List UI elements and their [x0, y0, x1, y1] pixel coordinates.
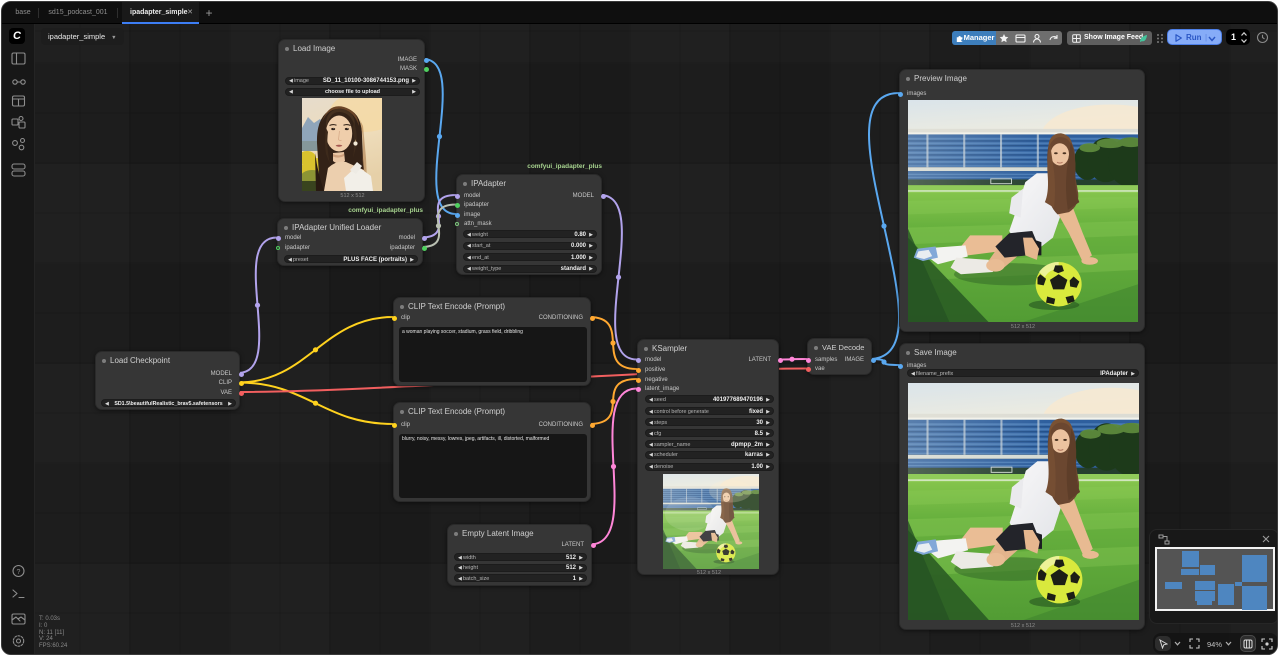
svg-text:?: ? — [17, 569, 21, 576]
